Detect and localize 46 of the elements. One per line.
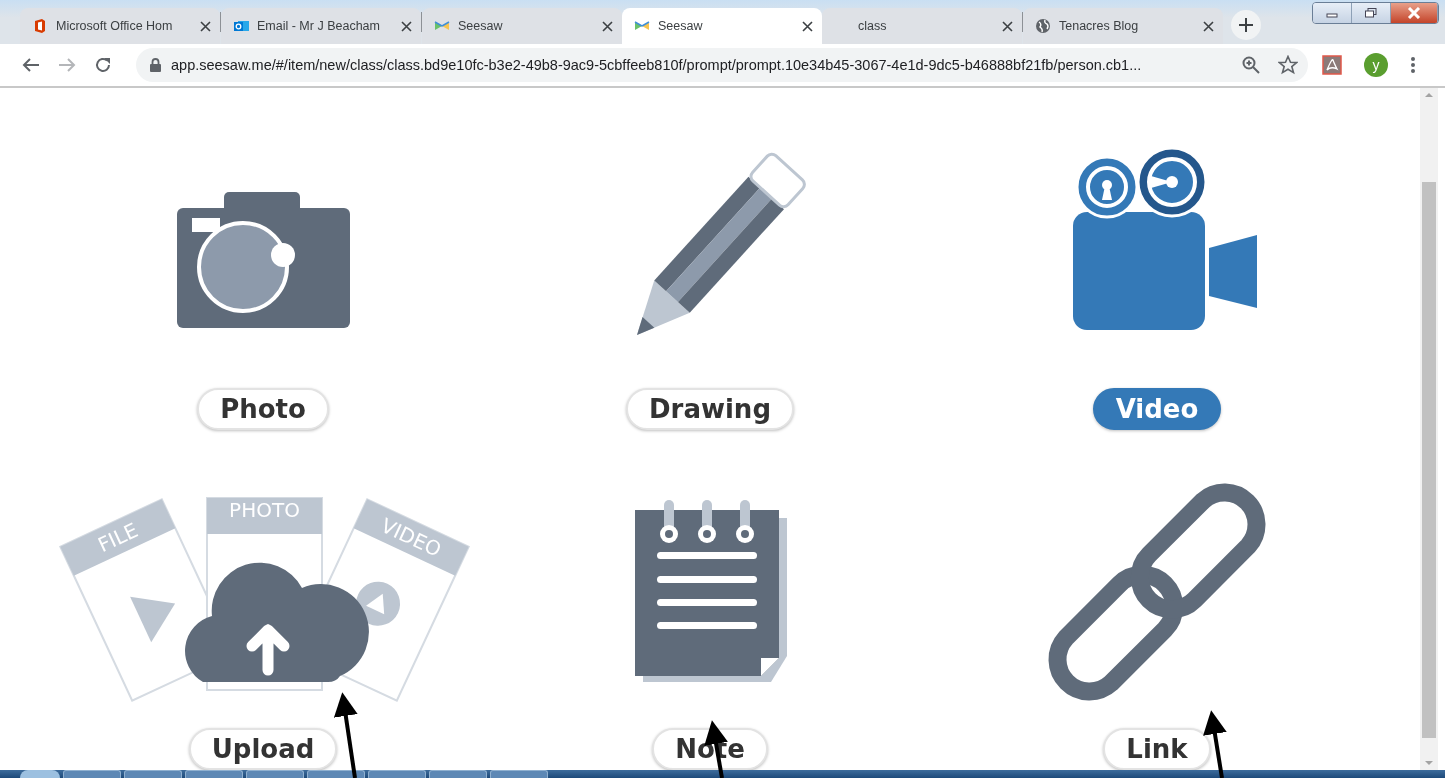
restore-icon <box>1365 8 1377 18</box>
card-label: FILE <box>93 517 142 558</box>
close-icon <box>1407 7 1421 19</box>
camera-icon[interactable] <box>176 192 350 328</box>
option-label-button[interactable]: Upload <box>188 728 338 770</box>
plus-icon <box>1239 18 1253 32</box>
notepad-icon[interactable] <box>634 500 787 682</box>
video-camera-icon[interactable] <box>1072 146 1257 330</box>
reload-icon[interactable] <box>94 56 112 74</box>
start-button[interactable] <box>20 770 60 778</box>
option-label-button[interactable]: Video <box>1092 388 1222 430</box>
browser-tab[interactable]: class <box>822 8 1022 44</box>
upload-drawing[interactable] <box>58 497 470 703</box>
close-tab-icon[interactable] <box>802 20 813 32</box>
scrollbar-thumb[interactable] <box>1422 182 1436 738</box>
close-tab-icon[interactable] <box>1002 20 1013 32</box>
link-icon[interactable] <box>1048 483 1265 701</box>
taskbar-button[interactable] <box>307 770 365 778</box>
mail-icon <box>233 18 249 34</box>
browser-tab[interactable]: Seesaw <box>622 8 822 44</box>
address-bar[interactable]: app.seesaw.me/#/item/new/class/class.bd9e10fc-b3e2-49b8-9ac9-5cbffeeb810f/prompt/prompt.10e34b45-3067-4e1d-9dc5-b46888bf21fb/person.cb1... <box>136 48 1308 82</box>
browser-tab[interactable]: Tenacres Blog <box>1023 8 1223 44</box>
back-icon[interactable] <box>22 57 40 73</box>
pdf-extension-icon[interactable] <box>1322 55 1342 75</box>
lock-icon <box>150 58 161 72</box>
restore-button[interactable] <box>1352 3 1391 23</box>
close-tab-icon[interactable] <box>200 20 211 32</box>
browser-tab[interactable]: Seesaw <box>422 8 622 44</box>
office-logo-icon <box>32 18 48 34</box>
pencil-icon[interactable] <box>636 150 808 335</box>
option-label-button[interactable]: Drawing <box>626 388 794 430</box>
option-label-button[interactable]: Photo <box>197 388 329 430</box>
menu-icon[interactable] <box>1410 56 1416 74</box>
globe-icon <box>1035 18 1051 34</box>
browser-tab[interactable]: Microsoft Office Hom <box>20 8 220 44</box>
close-tab-icon[interactable] <box>401 20 412 32</box>
card-label: PHOTO <box>228 498 300 522</box>
new-tab-button[interactable] <box>1231 10 1261 40</box>
close-tab-icon[interactable] <box>602 20 613 32</box>
star-icon[interactable] <box>1278 55 1298 75</box>
annotation-arrow <box>1203 710 1227 778</box>
browser-tab[interactable]: Email - Mr J Beacham <box>221 8 421 44</box>
close-tab-icon[interactable] <box>1203 20 1214 32</box>
zoom-icon[interactable] <box>1242 56 1260 74</box>
window-close-button[interactable] <box>1391 3 1438 23</box>
option-label-button[interactable]: Link <box>1103 728 1211 770</box>
